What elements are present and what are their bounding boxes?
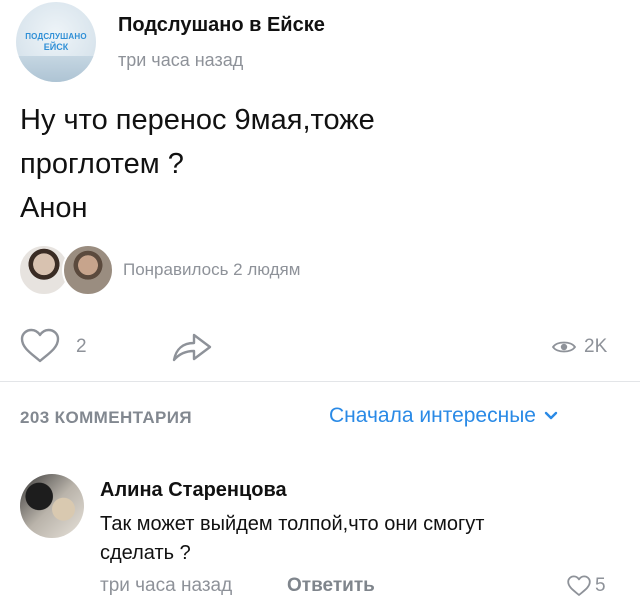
avatar-logo-line2: ЕЙСК (43, 42, 69, 52)
views-counter: 2K (552, 334, 607, 360)
comments-sort-select[interactable]: Сначала интересные (329, 404, 558, 428)
divider (0, 381, 640, 382)
comment-author[interactable]: Алина Старенцова (100, 479, 287, 502)
comment-time: три часа назад (100, 575, 233, 596)
post-text: Ну что перенос 9мая,тоже проглотем ? Ано… (20, 98, 620, 230)
eye-icon (552, 341, 576, 353)
post-text-line: Ну что перенос 9мая,тоже (20, 104, 375, 136)
liker-avatar[interactable] (62, 244, 114, 296)
avatar-background (16, 56, 96, 82)
avatar-logo-line1: ПОДСЛУШАНО (25, 32, 87, 41)
comments-count: 203 КОММЕНТАРИЯ (20, 408, 192, 427)
chevron-down-icon (544, 411, 558, 420)
comment-like-count: 5 (595, 575, 606, 596)
group-name[interactable]: Подслушано в Ейске (118, 14, 325, 37)
reply-button[interactable]: Ответить (287, 575, 375, 597)
like-count: 2 (76, 336, 87, 357)
post-text-line: Анон (20, 192, 88, 224)
like-button[interactable] (20, 328, 60, 364)
comment-text: Так может выйдем толпой,что они смогут с… (100, 510, 620, 568)
sort-label[interactable]: Сначала интересные (329, 404, 536, 428)
comment-author-avatar[interactable] (20, 474, 84, 538)
comment-like-button[interactable]: 5 (567, 575, 606, 597)
comment-text-line: Так может выйдем толпой,что они смогут (100, 513, 485, 535)
views-count: 2K (584, 336, 608, 357)
post-text-line: проглотем ? (20, 148, 184, 180)
heart-icon (567, 575, 591, 596)
group-avatar[interactable]: ПОДСЛУШАНО ЕЙСК (16, 2, 96, 82)
comment-text-line: сделать ? (100, 542, 191, 564)
likes-summary[interactable]: Понравилось 2 людям (123, 260, 300, 280)
share-button[interactable] (170, 327, 214, 365)
heart-icon (20, 328, 60, 363)
post-time: три часа назад (118, 50, 244, 70)
share-arrow-icon (172, 333, 212, 362)
